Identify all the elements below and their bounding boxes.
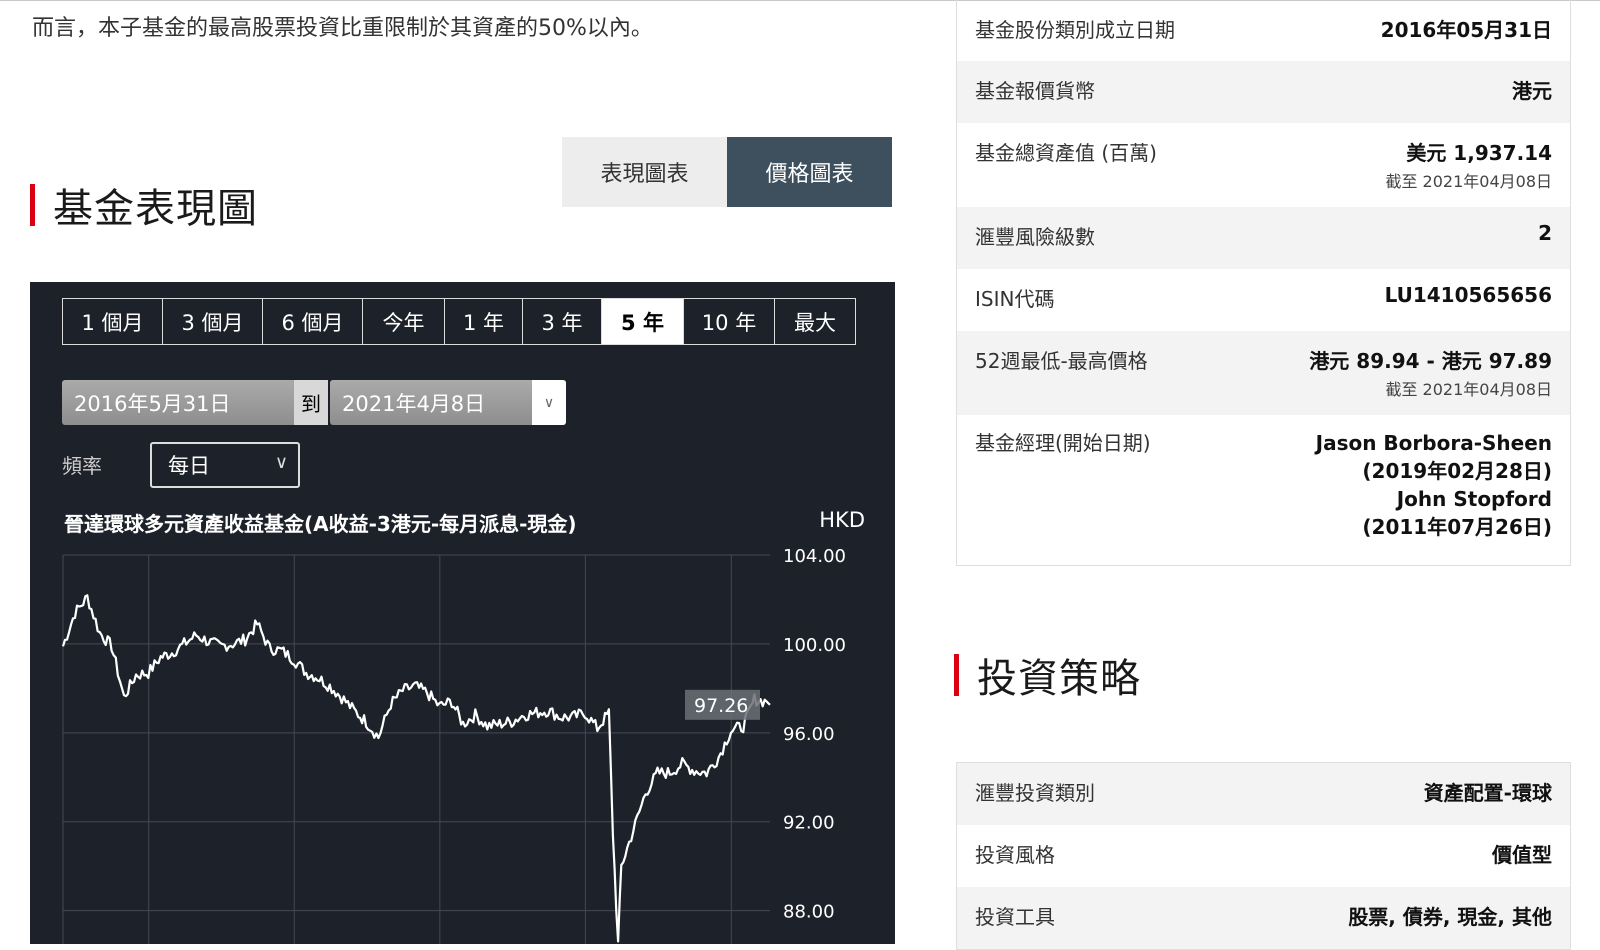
strategy-row-instruments: 投資工具 股票, 債券, 現金, 其他 — [957, 887, 1570, 949]
heading-accent-bar — [30, 184, 35, 226]
info-label: ISIN代碼 — [975, 287, 1055, 311]
y-tick-label: 96.00 — [783, 724, 835, 745]
info-label: 投資工具 — [975, 905, 1055, 929]
info-value: 資產配置-環球 — [1423, 781, 1552, 805]
y-tick-label: 92.00 — [783, 813, 835, 834]
performance-heading-text: 基金表現圖 — [53, 186, 258, 232]
info-subtext: 截至 2021年04月08日 — [1385, 172, 1552, 191]
performance-chart-tab[interactable]: 表現圖表 — [562, 137, 727, 207]
info-value: 2016年05月31日 — [1380, 18, 1552, 42]
info-label: 基金經理(開始日期) — [975, 431, 1151, 455]
fund-info-table: 基金股份類別成立日期 2016年05月31日 基金報價貨幣 港元 基金總資產值 … — [956, 0, 1571, 566]
info-value: LU1410565656 — [1384, 283, 1552, 307]
chart-view-toggle: 表現圖表 價格圖表 — [562, 137, 892, 207]
strategy-row-asset-class: 滙豐投資類別 資產配置-環球 — [957, 763, 1570, 825]
strategy-heading: 投資策略 — [954, 646, 1141, 704]
fund-manager-name: John Stopford — [1396, 487, 1552, 511]
intro-text: 而言，本子基金的最高股票投資比重限制於其資產的50%以內。 — [32, 16, 653, 41]
y-tick-label: 104.00 — [783, 546, 846, 567]
performance-heading: 基金表現圖 — [30, 176, 258, 234]
info-row-52week: 52週最低-最高價格 港元 89.94 - 港元 97.89 截至 2021年0… — [957, 331, 1570, 415]
info-subtext: 截至 2021年04月08日 — [1385, 380, 1552, 399]
info-value: 價值型 — [1492, 843, 1552, 867]
info-value: 港元 — [1512, 79, 1552, 103]
info-row-currency: 基金報價貨幣 港元 — [957, 61, 1570, 123]
info-row-fund-manager: 基金經理(開始日期) Jason Borbora-Sheen (2019年02月… — [957, 415, 1570, 565]
y-tick-label: 100.00 — [783, 635, 846, 656]
strategy-row-style: 投資風格 價值型 — [957, 825, 1570, 887]
info-value: 美元 1,937.14 — [1406, 141, 1552, 165]
info-row-isin: ISIN代碼 LU1410565656 — [957, 269, 1570, 331]
fund-manager-start-date: (2019年02月28日) — [1362, 459, 1552, 483]
last-value-label: 97.26 — [694, 695, 748, 717]
fund-manager-name: Jason Borbora-Sheen — [1315, 431, 1552, 455]
y-tick-label: 88.00 — [783, 902, 835, 923]
info-label: 基金總資產值 (百萬) — [975, 141, 1157, 165]
info-value: 股票, 債券, 現金, 其他 — [1348, 905, 1552, 929]
chart-panel: 1 個月 3 個月 6 個月 今年 1 年 3 年 5 年 10 年 最大 20… — [30, 282, 895, 944]
info-row-inception: 基金股份類別成立日期 2016年05月31日 — [957, 0, 1570, 61]
info-label: 基金股份類別成立日期 — [975, 18, 1175, 42]
price-chart: 104.00 100.00 96.00 92.00 88.00 97.26 — [61, 546, 846, 944]
info-row-risk-level: 滙豐風險級數 2 — [957, 207, 1570, 269]
info-label: 投資風格 — [975, 843, 1055, 867]
strategy-heading-text: 投資策略 — [977, 656, 1141, 702]
info-value: 港元 89.94 - 港元 97.89 — [1309, 349, 1552, 373]
info-label: 滙豐風險級數 — [975, 225, 1095, 249]
info-label: 滙豐投資類別 — [975, 781, 1095, 805]
fund-manager-start-date: (2011年07月26日) — [1362, 515, 1552, 539]
price-series-line — [61, 594, 771, 943]
heading-accent-bar — [954, 654, 959, 696]
price-chart-tab[interactable]: 價格圖表 — [727, 137, 892, 207]
info-value: 2 — [1538, 221, 1552, 245]
info-label: 52週最低-最高價格 — [975, 349, 1148, 373]
strategy-table: 滙豐投資類別 資產配置-環球 投資風格 價值型 投資工具 股票, 債券, 現金,… — [956, 762, 1571, 950]
info-row-aum: 基金總資產值 (百萬) 美元 1,937.14 截至 2021年04月08日 — [957, 123, 1570, 207]
info-label: 基金報價貨幣 — [975, 79, 1095, 103]
